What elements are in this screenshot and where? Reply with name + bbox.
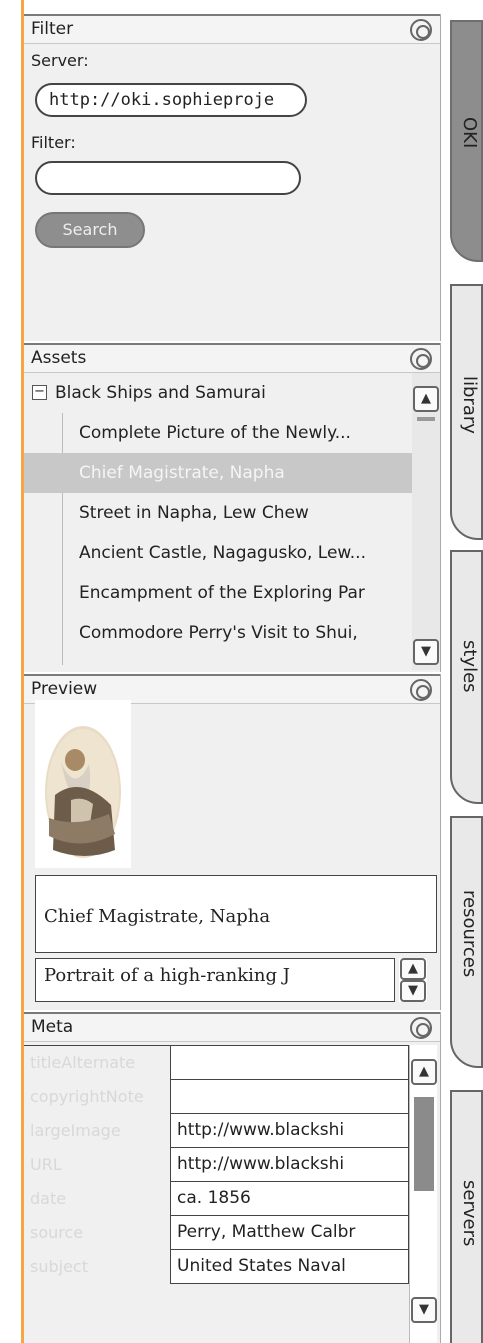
filter-label: Filter: — [31, 133, 76, 152]
meta-value[interactable]: United States Naval — [170, 1250, 409, 1284]
tree-item-label: Commodore Perry's Visit to Shui, — [79, 623, 358, 643]
tree-root[interactable]: − Black Ships and Samurai — [24, 373, 412, 413]
scroll-up-icon[interactable]: ▲ — [413, 386, 439, 412]
tab-library[interactable]: library — [450, 284, 483, 540]
tab-label: styles — [459, 640, 480, 693]
server-label: Server: — [31, 51, 89, 70]
tree-root-label: Black Ships and Samurai — [55, 383, 266, 403]
scroll-down-icon[interactable]: ▼ — [411, 1297, 437, 1323]
meta-panel: Meta titleAlternate copyrightNote largeI… — [24, 1012, 441, 1343]
tab-label: servers — [459, 1180, 480, 1247]
scroll-up-icon[interactable]: ▲ — [400, 958, 426, 980]
tree-item-label: Ancient Castle, Nagagusko, Lew... — [79, 543, 366, 563]
tab-resources[interactable]: resources — [450, 816, 483, 1068]
meta-value[interactable] — [170, 1046, 409, 1080]
collapse-tree-icon[interactable]: − — [32, 385, 47, 400]
asset-tree: − Black Ships and Samurai Complete Pictu… — [24, 373, 412, 672]
meta-row: titleAlternate — [24, 1046, 409, 1080]
meta-row: copyrightNote — [24, 1080, 409, 1114]
filter-panel-title: Filter — [31, 19, 74, 39]
app-stage: Filter Server: http://oki.sophieproje Fi… — [0, 0, 483, 1343]
filter-panel-header: Filter — [24, 14, 440, 44]
collapse-icon[interactable] — [410, 19, 432, 41]
tree-item[interactable]: Street in Napha, Lew Chew — [24, 493, 412, 533]
scroll-up-icon[interactable]: ▲ — [411, 1059, 437, 1085]
meta-row: URL http://www.blackshi — [24, 1148, 409, 1182]
description-field[interactable]: Portrait of a high-ranking J — [35, 958, 395, 1002]
tree-item[interactable]: Ancient Castle, Nagagusko, Lew... — [24, 533, 412, 573]
meta-key: URL — [30, 1155, 62, 1174]
tree-item[interactable]: Complete Picture of the Newly... — [24, 413, 412, 453]
meta-value[interactable] — [170, 1080, 409, 1114]
filter-input[interactable] — [35, 161, 301, 195]
preview-panel: Preview Chief Magistrate, Napha Portrait… — [24, 674, 441, 1010]
meta-row: source Perry, Matthew Calbr — [24, 1216, 409, 1250]
meta-key: date — [30, 1189, 67, 1208]
assets-scrollbar[interactable]: ▲ ▼ — [412, 373, 440, 670]
tree-item-label: Complete Picture of the Newly... — [79, 423, 351, 443]
meta-row: date ca. 1856 — [24, 1182, 409, 1216]
meta-value[interactable]: Perry, Matthew Calbr — [170, 1216, 409, 1250]
meta-row: subject United States Naval — [24, 1250, 409, 1284]
tree-item-label: Street in Napha, Lew Chew — [79, 503, 309, 523]
collapse-icon[interactable] — [410, 348, 432, 370]
description-scrollbar[interactable]: ▲ ▼ — [399, 958, 427, 1002]
tab-label: resources — [459, 890, 480, 978]
search-button[interactable]: Search — [35, 212, 145, 248]
tab-styles[interactable]: styles — [450, 550, 483, 804]
filter-panel: Filter Server: http://oki.sophieproje Fi… — [24, 14, 441, 341]
meta-panel-header: Meta — [24, 1012, 440, 1042]
meta-value[interactable]: ca. 1856 — [170, 1182, 409, 1216]
meta-key: largeImage — [30, 1121, 121, 1140]
meta-table: titleAlternate copyrightNote largeImage h… — [24, 1045, 409, 1343]
scroll-down-icon[interactable]: ▼ — [400, 980, 426, 1002]
tree-item-label: Encampment of the Exploring Par — [79, 583, 365, 603]
meta-key: source — [30, 1223, 84, 1242]
server-input[interactable]: http://oki.sophieproje — [35, 83, 307, 117]
tab-label: OKI — [459, 117, 480, 149]
tree-item[interactable]: Commodore Perry's Visit to Shui, — [24, 613, 412, 653]
tree-item-selected[interactable]: Chief Magistrate, Napha — [24, 453, 412, 493]
tree-item-label: Chief Magistrate, Napha — [79, 463, 285, 483]
preview-panel-title: Preview — [31, 679, 98, 699]
tree-item[interactable]: Encampment of the Exploring Par — [24, 573, 412, 613]
meta-key: subject — [30, 1257, 88, 1276]
preview-thumbnail[interactable] — [35, 700, 131, 868]
assets-panel: Assets − Black Ships and Samurai Complet… — [24, 343, 441, 672]
meta-value[interactable]: http://www.blackshi — [170, 1148, 409, 1182]
meta-scrollbar[interactable]: ▲ ▼ — [409, 1045, 437, 1343]
tab-label: library — [459, 376, 480, 434]
meta-key: titleAlternate — [30, 1053, 136, 1072]
scroll-thumb[interactable] — [414, 1097, 434, 1191]
tab-servers[interactable]: servers — [450, 1090, 483, 1343]
scroll-down-icon[interactable]: ▼ — [413, 639, 439, 665]
meta-value[interactable]: http://www.blackshi — [170, 1114, 409, 1148]
meta-key: copyrightNote — [30, 1087, 144, 1106]
collapse-icon[interactable] — [410, 1017, 432, 1039]
assets-panel-title: Assets — [31, 348, 87, 368]
caption-field[interactable]: Chief Magistrate, Napha — [35, 875, 437, 953]
portrait-image — [45, 726, 121, 858]
collapse-icon[interactable] — [410, 679, 432, 701]
scroll-thumb[interactable] — [417, 417, 435, 421]
meta-panel-title: Meta — [31, 1017, 74, 1037]
tab-oki[interactable]: OKI — [450, 20, 483, 262]
assets-panel-header: Assets — [24, 343, 440, 373]
meta-row: largeImage http://www.blackshi — [24, 1114, 409, 1148]
